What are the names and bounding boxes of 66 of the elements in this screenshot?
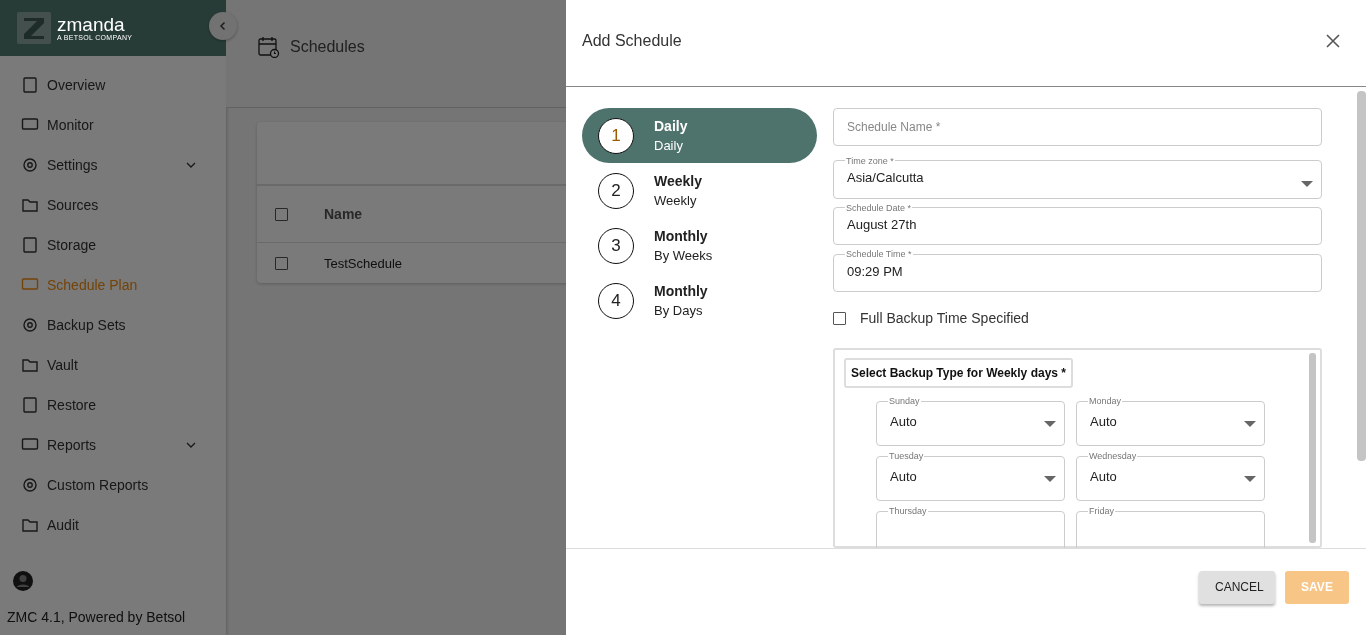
scrollbar[interactable] (1309, 353, 1316, 543)
step-subtitle: Weekly (654, 193, 698, 208)
step-title: Monthly (654, 283, 708, 299)
table-cell: TestSchedule (324, 255, 403, 271)
page-title: Schedules (290, 38, 365, 56)
step-subtitle: By Days (654, 303, 704, 318)
step-number: 4 (598, 282, 634, 319)
user-avatar-icon[interactable] (13, 571, 33, 591)
checkbox[interactable] (833, 311, 846, 325)
nav-icon (21, 236, 39, 254)
step-subtitle: Daily (654, 138, 684, 153)
step-item[interactable]: 1 Daily Daily (582, 108, 817, 163)
nav-icon (21, 396, 39, 414)
select-field[interactable]: Tuesday Auto (876, 451, 1065, 501)
step-item[interactable]: 4 Monthly By Days (582, 273, 817, 328)
sidebar-item[interactable]: Overview (0, 65, 226, 105)
sidebar-item[interactable]: Settings (0, 145, 226, 185)
column-header: Name (324, 206, 363, 222)
step-number: 1 (598, 117, 634, 154)
nav-icon (21, 76, 39, 94)
checkbox-label: Full Backup Time Specified (860, 310, 1029, 326)
step-item[interactable]: 3 Monthly By Weeks (582, 218, 817, 273)
close-button[interactable] (1324, 32, 1342, 50)
step-number: 2 (598, 172, 634, 209)
input-field[interactable]: Schedule Time * 09:29 PM (833, 249, 1322, 292)
row-checkbox[interactable] (275, 256, 288, 270)
input-field[interactable]: Schedule Date * August 27th (833, 202, 1322, 246)
step-title: Weekly (654, 173, 702, 189)
section-title: Select Backup Type for Weekly days * (844, 358, 1073, 388)
logo-text: zmanda (57, 15, 126, 34)
select-field[interactable]: Monday Auto (1076, 396, 1265, 446)
calendar-clock-icon (258, 36, 280, 58)
version-text: ZMC 4.1, Powered by Betsol (7, 609, 187, 625)
sidebar-item[interactable]: Backup Sets (0, 305, 226, 345)
select-field[interactable]: Time zone * Asia/Calcutta (833, 155, 1322, 199)
select-field[interactable]: Wednesday Auto (1076, 451, 1265, 501)
sidebar-item[interactable]: Custom Reports (0, 465, 226, 505)
collapse-button[interactable] (209, 12, 237, 40)
input-field[interactable]: Schedule Name * (833, 108, 1322, 146)
sidebar-item[interactable]: Restore (0, 385, 226, 425)
step-title: Daily (654, 118, 688, 134)
select-field[interactable]: Thursday (876, 506, 1065, 548)
cancel-button[interactable]: CANCEL (1199, 570, 1275, 604)
nav-icon (21, 196, 39, 214)
logo-icon (17, 12, 51, 44)
nav-icon (21, 516, 39, 534)
select-field[interactable]: Friday (1076, 506, 1265, 548)
nav-icon (21, 316, 39, 334)
select-field[interactable]: Sunday Auto (876, 396, 1065, 446)
nav-icon (21, 356, 39, 374)
sidebar-item[interactable]: Sources (0, 185, 226, 225)
sidebar-item[interactable]: Monitor (0, 105, 226, 145)
step-title: Monthly (654, 228, 709, 244)
select-all-checkbox[interactable] (275, 207, 288, 221)
sidebar-item[interactable]: Storage (0, 225, 226, 265)
sidebar-item[interactable]: Audit (0, 505, 226, 545)
nav-icon (21, 476, 39, 494)
step-subtitle: By Weeks (654, 248, 713, 263)
scrollbar[interactable] (1357, 91, 1366, 461)
step-item[interactable]: 2 Weekly Weekly (582, 163, 817, 218)
sidebar-item[interactable]: Vault (0, 345, 226, 385)
chevron-left-icon (218, 21, 228, 31)
step-number: 3 (598, 227, 634, 264)
dialog-title: Add Schedule (582, 32, 682, 50)
nav-icon (21, 156, 39, 174)
sidebar-item[interactable]: Reports (0, 425, 226, 465)
